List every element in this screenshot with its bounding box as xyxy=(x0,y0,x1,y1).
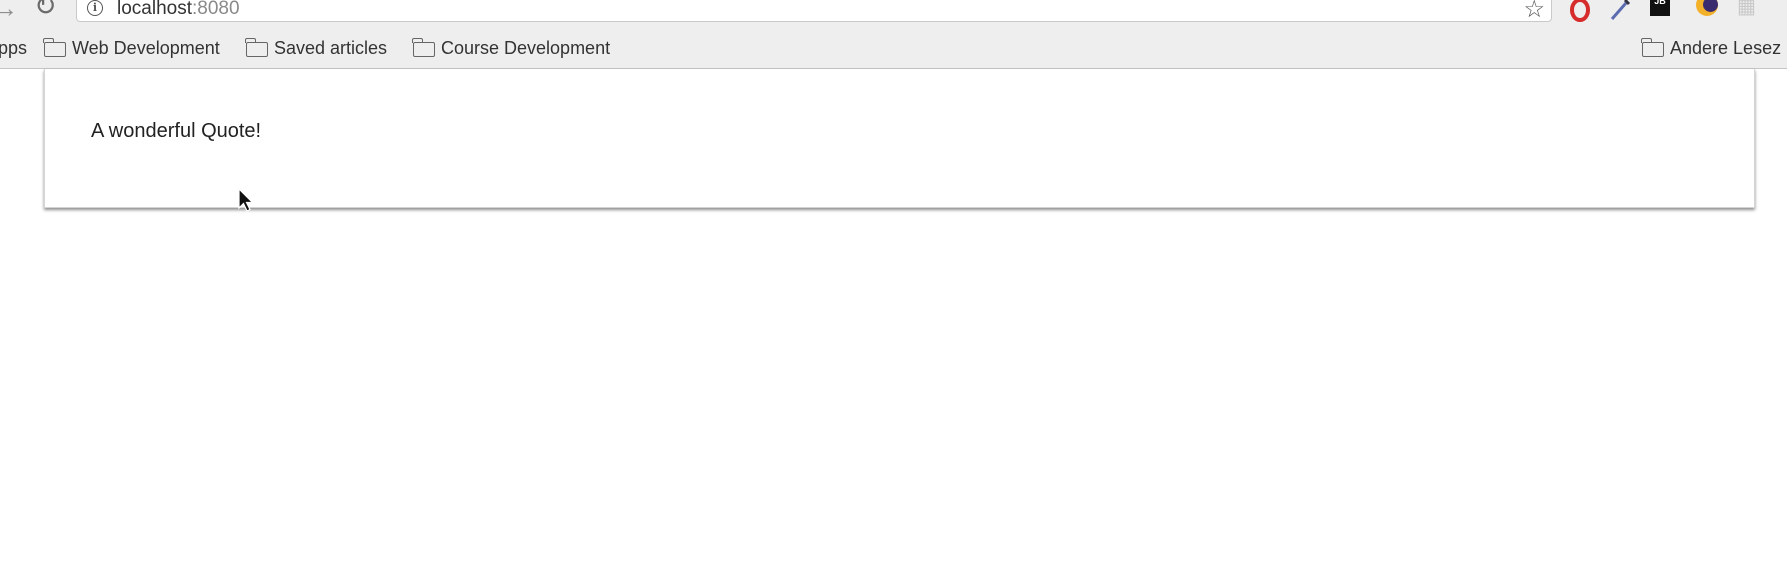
url-port: :8080 xyxy=(192,0,240,19)
opera-icon[interactable] xyxy=(1569,0,1591,22)
pen-icon[interactable] xyxy=(1609,0,1631,22)
bookmarks-bar: pps Web Development Saved articles Cours… xyxy=(0,26,1787,69)
reload-icon[interactable]: ↻ xyxy=(34,0,57,20)
quote-text: A wonderful Quote! xyxy=(91,120,262,142)
folder-icon xyxy=(43,37,66,57)
bookmark-label: Course Development xyxy=(441,37,611,58)
browser-toolbar: → ↻ i localhost:8080 ☆ JB ▦ xyxy=(0,0,1787,26)
bookmark-label: Saved articles xyxy=(274,37,388,58)
moon-icon[interactable] xyxy=(1696,0,1718,16)
url-host: localhost xyxy=(117,0,192,19)
forward-arrow-icon[interactable]: → xyxy=(0,0,18,21)
extension-icon[interactable]: ▦ xyxy=(1737,0,1759,18)
folder-icon xyxy=(412,37,435,57)
bookmark-apps-label: pps xyxy=(0,37,28,58)
address-bar[interactable]: i localhost:8080 ☆ xyxy=(76,0,1552,24)
bookmark-label: Andere Lesez xyxy=(1670,37,1782,58)
bookmark-saved-articles[interactable]: Saved articles xyxy=(245,37,388,59)
bookmark-other[interactable]: Andere Lesez xyxy=(1641,37,1782,59)
bookmark-star-icon[interactable]: ☆ xyxy=(1523,0,1545,24)
folder-icon xyxy=(245,37,268,57)
info-icon[interactable]: i xyxy=(87,0,103,16)
bookmark-apps[interactable]: pps xyxy=(0,37,27,59)
bookmark-web-development[interactable]: Web Development xyxy=(43,37,220,59)
folder-icon xyxy=(1641,37,1664,57)
bookmark-course-development[interactable]: Course Development xyxy=(412,37,611,59)
jetbrains-icon[interactable]: JB xyxy=(1650,0,1670,16)
mouse-cursor-icon xyxy=(238,188,254,212)
url-text[interactable]: localhost:8080 xyxy=(117,0,240,20)
quote-card: A wonderful Quote! xyxy=(44,69,1755,208)
bookmark-label: Web Development xyxy=(72,37,220,58)
